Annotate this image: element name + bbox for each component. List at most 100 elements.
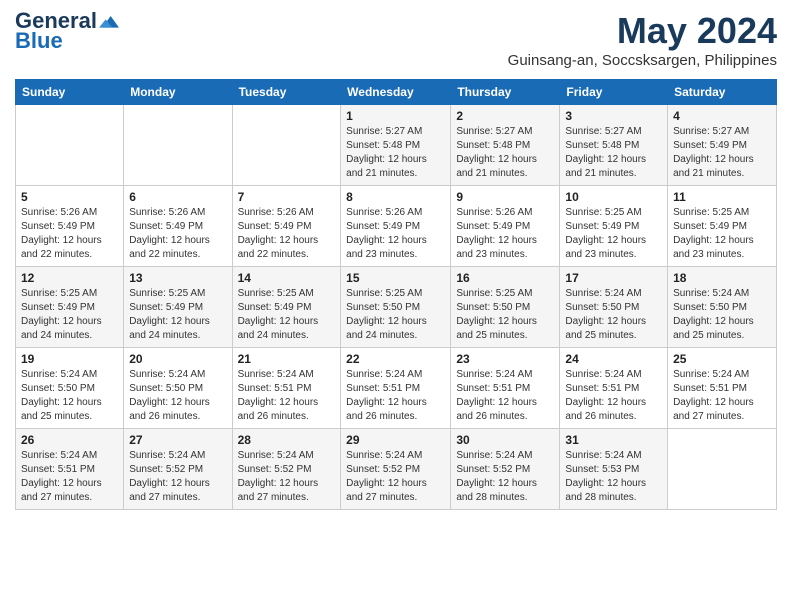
day-cell: 28 Sunrise: 5:24 AM Sunset: 5:52 PM Dayli… bbox=[232, 429, 341, 510]
day-info: Sunrise: 5:25 AM Sunset: 5:49 PM Dayligh… bbox=[673, 206, 771, 262]
day-info: Sunrise: 5:24 AM Sunset: 5:52 PM Dayligh… bbox=[456, 449, 554, 505]
day-info: Sunrise: 5:24 AM Sunset: 5:53 PM Dayligh… bbox=[565, 449, 662, 505]
week-row-5: 26 Sunrise: 5:24 AM Sunset: 5:51 PM Dayli… bbox=[16, 429, 777, 510]
title-area: May 2024 Guinsang-an, Soccsksargen, Phil… bbox=[508, 10, 777, 75]
day-cell: 30Sunrise: 5:24 AM Sunset: 5:52 PM Dayli… bbox=[451, 429, 560, 510]
day-info: Sunrise: 5:25 AM Sunset: 5:50 PM Dayligh… bbox=[346, 287, 445, 343]
header-cell-friday: Friday bbox=[560, 80, 668, 105]
day-number: 21 bbox=[238, 352, 336, 366]
month-title: May 2024 bbox=[508, 10, 777, 52]
day-info: Sunrise: 5:24 AM Sunset: 5:51 PM Dayligh… bbox=[21, 449, 118, 505]
day-cell bbox=[232, 105, 341, 186]
day-number: 24 bbox=[565, 352, 662, 366]
day-cell: 14 Sunrise: 5:25 AM Sunset: 5:49 PM Dayli… bbox=[232, 267, 341, 348]
day-cell bbox=[124, 105, 232, 186]
header-cell-saturday: Saturday bbox=[668, 80, 777, 105]
day-cell: 10Sunrise: 5:25 AM Sunset: 5:49 PM Dayli… bbox=[560, 186, 668, 267]
day-cell: 31 Sunrise: 5:24 AM Sunset: 5:53 PM Dayli… bbox=[560, 429, 668, 510]
day-cell: 3 Sunrise: 5:27 AM Sunset: 5:48 PM Daylig… bbox=[560, 105, 668, 186]
day-number: 27 bbox=[129, 433, 226, 447]
day-cell: 17 Sunrise: 5:24 AM Sunset: 5:50 PM Dayli… bbox=[560, 267, 668, 348]
calendar-header: SundayMondayTuesdayWednesdayThursdayFrid… bbox=[16, 80, 777, 105]
day-info: Sunrise: 5:24 AM Sunset: 5:51 PM Dayligh… bbox=[456, 368, 554, 424]
day-info: Sunrise: 5:25 AM Sunset: 5:50 PM Dayligh… bbox=[456, 287, 554, 343]
week-row-1: 1 Sunrise: 5:27 AM Sunset: 5:48 PM Daylig… bbox=[16, 105, 777, 186]
day-cell: 7 Sunrise: 5:26 AM Sunset: 5:49 PM Daylig… bbox=[232, 186, 341, 267]
day-cell: 5Sunrise: 5:26 AM Sunset: 5:49 PM Daylig… bbox=[16, 186, 124, 267]
day-info: Sunrise: 5:26 AM Sunset: 5:49 PM Dayligh… bbox=[238, 206, 336, 262]
day-number: 8 bbox=[346, 190, 445, 204]
day-info: Sunrise: 5:24 AM Sunset: 5:52 PM Dayligh… bbox=[346, 449, 445, 505]
day-info: Sunrise: 5:24 AM Sunset: 5:51 PM Dayligh… bbox=[238, 368, 336, 424]
day-cell: 9Sunrise: 5:26 AM Sunset: 5:49 PM Daylig… bbox=[451, 186, 560, 267]
day-cell: 20Sunrise: 5:24 AM Sunset: 5:50 PM Dayli… bbox=[124, 348, 232, 429]
day-cell: 22 Sunrise: 5:24 AM Sunset: 5:51 PM Dayli… bbox=[341, 348, 451, 429]
day-cell: 12 Sunrise: 5:25 AM Sunset: 5:49 PM Dayli… bbox=[16, 267, 124, 348]
day-info: Sunrise: 5:24 AM Sunset: 5:51 PM Dayligh… bbox=[346, 368, 445, 424]
logo-icon bbox=[99, 11, 119, 31]
day-number: 25 bbox=[673, 352, 771, 366]
day-info: Sunrise: 5:27 AM Sunset: 5:48 PM Dayligh… bbox=[565, 125, 662, 181]
day-cell bbox=[16, 105, 124, 186]
header-row: SundayMondayTuesdayWednesdayThursdayFrid… bbox=[16, 80, 777, 105]
day-number: 15 bbox=[346, 271, 445, 285]
day-cell: 21 Sunrise: 5:24 AM Sunset: 5:51 PM Dayli… bbox=[232, 348, 341, 429]
header-cell-monday: Monday bbox=[124, 80, 232, 105]
calendar-body: 1 Sunrise: 5:27 AM Sunset: 5:48 PM Daylig… bbox=[16, 105, 777, 510]
day-number: 31 bbox=[565, 433, 662, 447]
day-info: Sunrise: 5:24 AM Sunset: 5:50 PM Dayligh… bbox=[129, 368, 226, 424]
day-cell: 25 Sunrise: 5:24 AM Sunset: 5:51 PM Dayli… bbox=[668, 348, 777, 429]
logo: General Blue bbox=[15, 10, 119, 54]
logo-blue-text: Blue bbox=[15, 28, 63, 54]
day-number: 29 bbox=[346, 433, 445, 447]
header-cell-tuesday: Tuesday bbox=[232, 80, 341, 105]
header-cell-sunday: Sunday bbox=[16, 80, 124, 105]
day-number: 18 bbox=[673, 271, 771, 285]
day-number: 17 bbox=[565, 271, 662, 285]
day-number: 13 bbox=[129, 271, 226, 285]
day-info: Sunrise: 5:27 AM Sunset: 5:48 PM Dayligh… bbox=[346, 125, 445, 181]
day-cell: 1 Sunrise: 5:27 AM Sunset: 5:48 PM Daylig… bbox=[341, 105, 451, 186]
day-cell: 6Sunrise: 5:26 AM Sunset: 5:49 PM Daylig… bbox=[124, 186, 232, 267]
day-cell: 18 Sunrise: 5:24 AM Sunset: 5:50 PM Dayli… bbox=[668, 267, 777, 348]
day-info: Sunrise: 5:24 AM Sunset: 5:51 PM Dayligh… bbox=[673, 368, 771, 424]
day-info: Sunrise: 5:24 AM Sunset: 5:52 PM Dayligh… bbox=[238, 449, 336, 505]
day-cell: 4 Sunrise: 5:27 AM Sunset: 5:49 PM Daylig… bbox=[668, 105, 777, 186]
day-info: Sunrise: 5:24 AM Sunset: 5:50 PM Dayligh… bbox=[21, 368, 118, 424]
day-number: 23 bbox=[456, 352, 554, 366]
day-info: Sunrise: 5:24 AM Sunset: 5:50 PM Dayligh… bbox=[565, 287, 662, 343]
day-number: 5 bbox=[21, 190, 118, 204]
day-cell: 13Sunrise: 5:25 AM Sunset: 5:49 PM Dayli… bbox=[124, 267, 232, 348]
day-info: Sunrise: 5:25 AM Sunset: 5:49 PM Dayligh… bbox=[565, 206, 662, 262]
day-number: 12 bbox=[21, 271, 118, 285]
day-number: 4 bbox=[673, 109, 771, 123]
day-number: 1 bbox=[346, 109, 445, 123]
day-number: 11 bbox=[673, 190, 771, 204]
day-number: 3 bbox=[565, 109, 662, 123]
day-number: 26 bbox=[21, 433, 118, 447]
day-info: Sunrise: 5:27 AM Sunset: 5:49 PM Dayligh… bbox=[673, 125, 771, 181]
calendar-table: SundayMondayTuesdayWednesdayThursdayFrid… bbox=[15, 79, 777, 510]
week-row-2: 5 Sunrise: 5:26 AM Sunset: 5:49 PM Daylig… bbox=[16, 186, 777, 267]
day-cell bbox=[668, 429, 777, 510]
day-cell: 8 Sunrise: 5:26 AM Sunset: 5:49 PM Daylig… bbox=[341, 186, 451, 267]
week-row-4: 19Sunrise: 5:24 AM Sunset: 5:50 PM Dayli… bbox=[16, 348, 777, 429]
day-cell: 11 Sunrise: 5:25 AM Sunset: 5:49 PM Dayli… bbox=[668, 186, 777, 267]
day-info: Sunrise: 5:24 AM Sunset: 5:50 PM Dayligh… bbox=[673, 287, 771, 343]
day-number: 28 bbox=[238, 433, 336, 447]
day-cell: 23 Sunrise: 5:24 AM Sunset: 5:51 PM Dayli… bbox=[451, 348, 560, 429]
day-number: 22 bbox=[346, 352, 445, 366]
day-number: 14 bbox=[238, 271, 336, 285]
day-info: Sunrise: 5:27 AM Sunset: 5:48 PM Dayligh… bbox=[456, 125, 554, 181]
day-cell: 24Sunrise: 5:24 AM Sunset: 5:51 PM Dayli… bbox=[560, 348, 668, 429]
day-info: Sunrise: 5:26 AM Sunset: 5:49 PM Dayligh… bbox=[456, 206, 554, 262]
week-row-3: 12 Sunrise: 5:25 AM Sunset: 5:49 PM Dayli… bbox=[16, 267, 777, 348]
day-info: Sunrise: 5:25 AM Sunset: 5:49 PM Dayligh… bbox=[21, 287, 118, 343]
day-cell: 19Sunrise: 5:24 AM Sunset: 5:50 PM Dayli… bbox=[16, 348, 124, 429]
header-cell-thursday: Thursday bbox=[451, 80, 560, 105]
day-number: 6 bbox=[129, 190, 226, 204]
day-number: 7 bbox=[238, 190, 336, 204]
day-info: Sunrise: 5:25 AM Sunset: 5:49 PM Dayligh… bbox=[238, 287, 336, 343]
day-info: Sunrise: 5:26 AM Sunset: 5:49 PM Dayligh… bbox=[346, 206, 445, 262]
header: General Blue May 2024 Guinsang-an, Soccs… bbox=[15, 10, 777, 75]
